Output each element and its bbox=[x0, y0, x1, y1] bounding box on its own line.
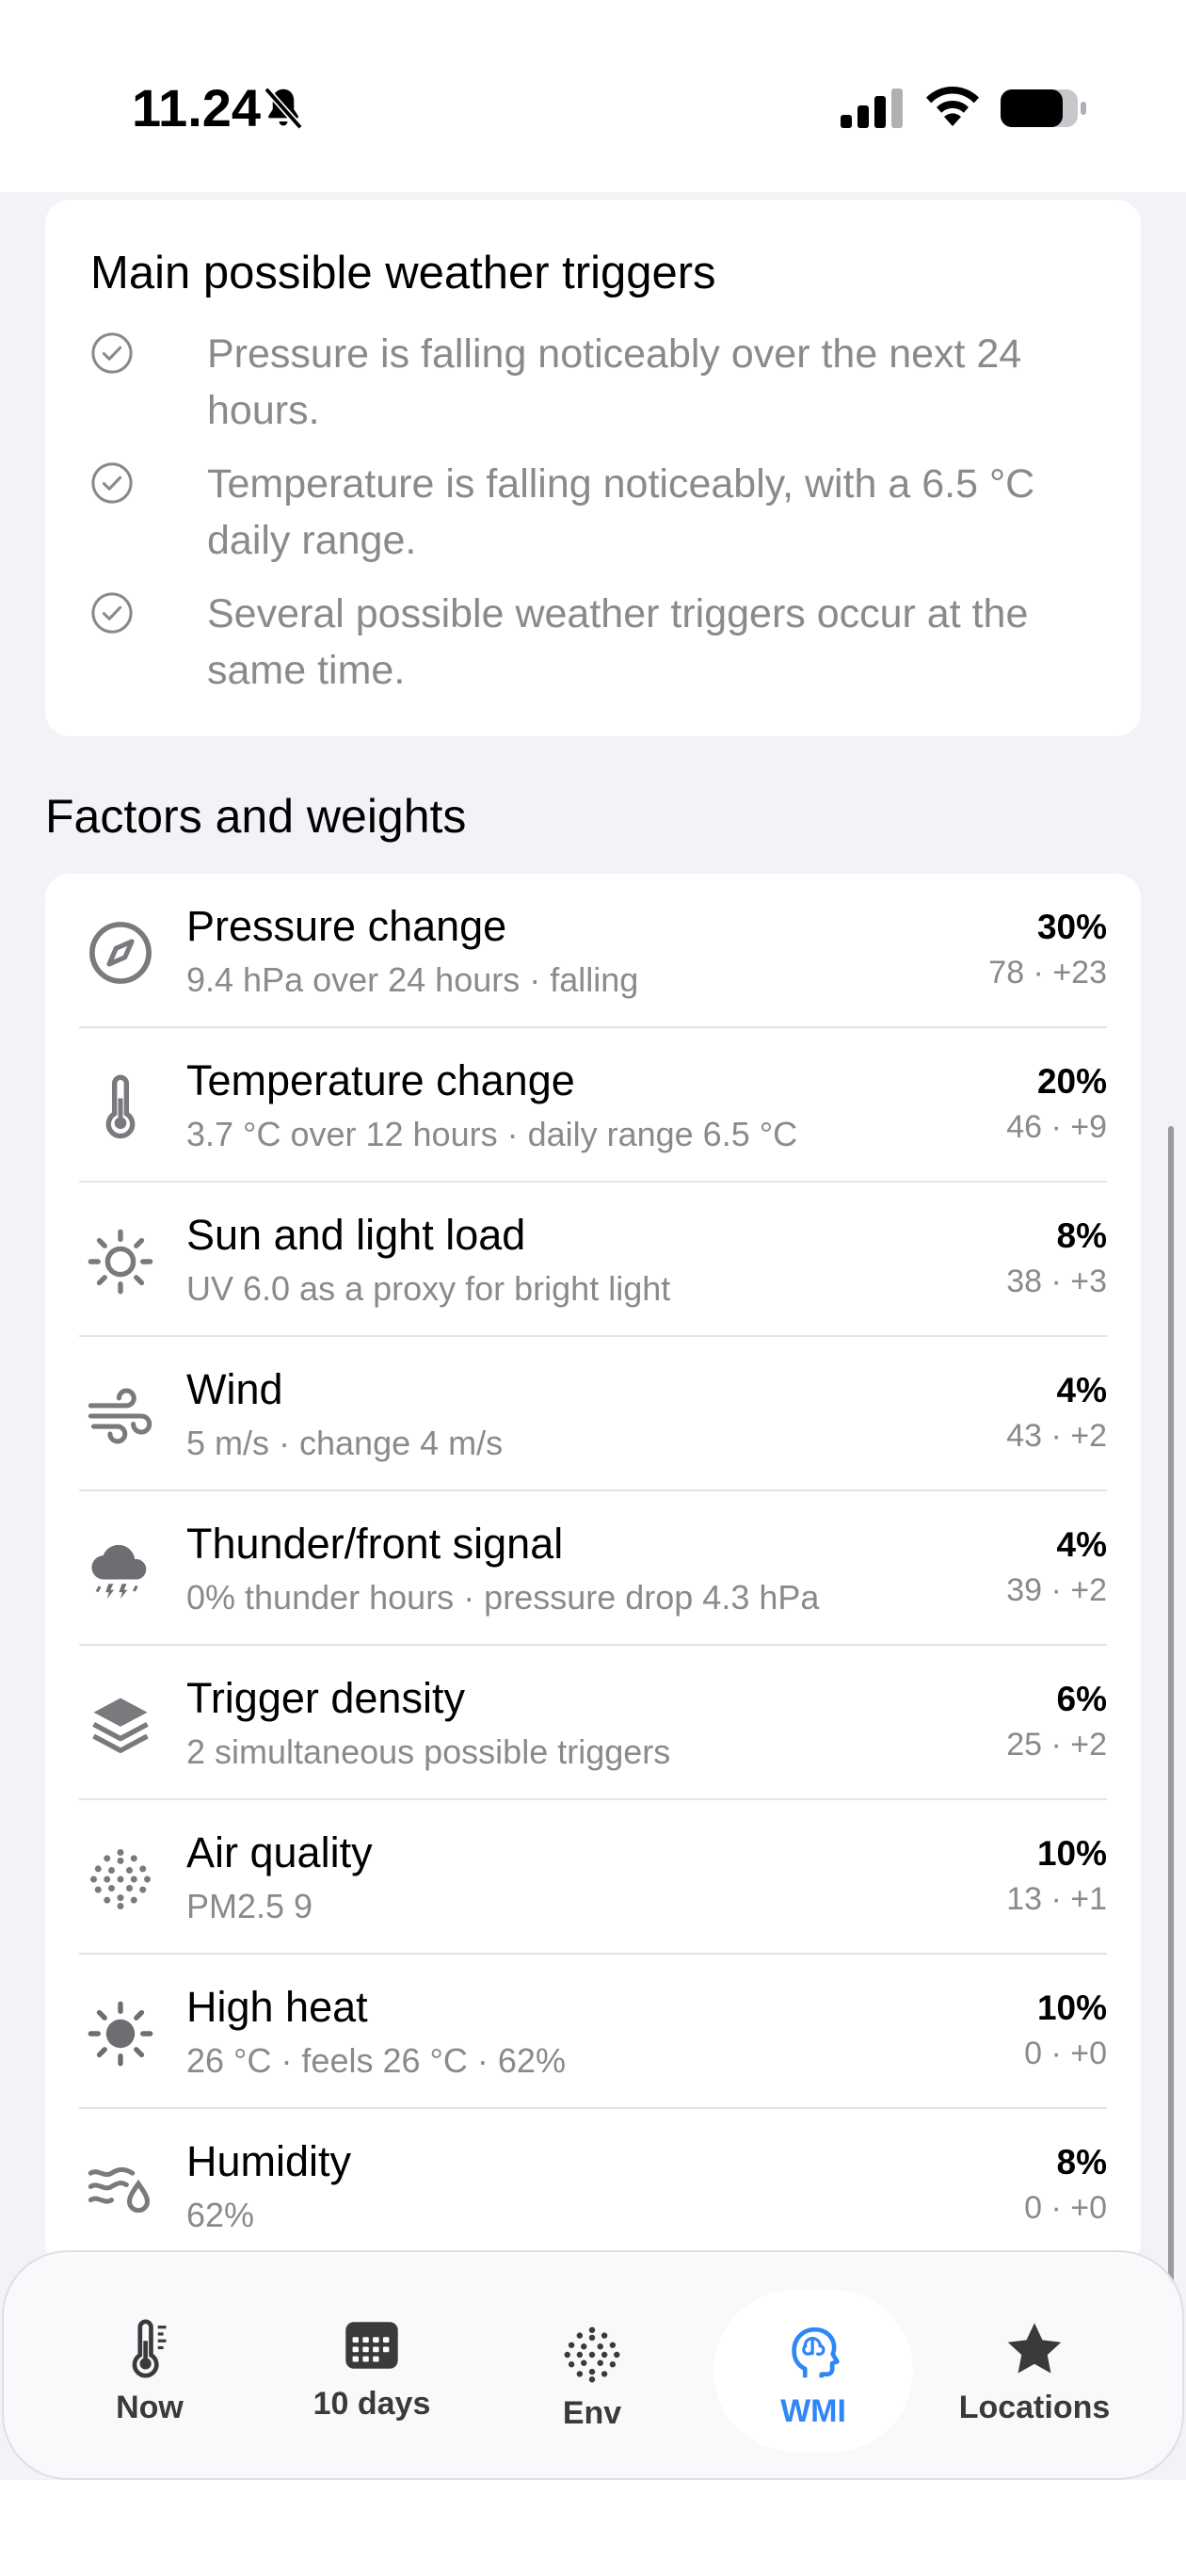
factor-name: Thunder/front signal bbox=[186, 1520, 564, 1568]
triggers-title: Main possible weather triggers bbox=[90, 248, 716, 298]
factor-weight: 10% bbox=[1036, 1988, 1107, 2027]
factor-name: Sun and light load bbox=[186, 1211, 526, 1259]
factor-weight: 8% bbox=[1056, 1216, 1107, 1255]
status-bar: 11.24 bbox=[0, 0, 1186, 192]
factor-row-wind[interactable]: Wind 5 m/s · change 4 m/s 4% 43 · +2 bbox=[45, 1337, 1141, 1491]
factor-weight: 8% bbox=[1056, 2143, 1107, 2182]
factor-score: 43 · +2 bbox=[1006, 1418, 1107, 1454]
factor-score: 13 · +1 bbox=[1006, 1881, 1107, 1917]
brain-head-icon bbox=[792, 2326, 840, 2378]
factors-section-title: Factors and weights bbox=[45, 790, 467, 843]
trigger-text: Pressure is falling noticeably over the … bbox=[207, 331, 1022, 433]
layers-icon bbox=[92, 1698, 149, 1753]
factor-weight: 30% bbox=[1036, 908, 1107, 946]
factor-detail: 62% bbox=[186, 2196, 255, 2234]
trigger-text: Temperature is falling noticeably, with … bbox=[207, 461, 1035, 563]
factor-score: 78 · +23 bbox=[988, 955, 1107, 990]
tab-wmi[interactable]: WMI bbox=[705, 2254, 922, 2484]
tab-label: Env bbox=[562, 2395, 622, 2431]
factor-row-thunder-front-signal[interactable]: Thunder/front signal 0% thunder hours · … bbox=[45, 1491, 1141, 1646]
factor-name: Trigger density bbox=[186, 1674, 465, 1722]
factor-detail: 3.7 °C over 12 hours · daily range 6.5 °… bbox=[186, 1115, 798, 1153]
factor-weight: 10% bbox=[1036, 1834, 1107, 1873]
factor-name: High heat bbox=[186, 1983, 368, 2031]
factor-row-air-quality[interactable]: Air quality PM2.5 9 10% 13 · +1 bbox=[45, 1800, 1141, 1955]
humidity-icon bbox=[88, 2166, 151, 2214]
factor-row-high-heat[interactable]: High heat 26 °C · feels 26 °C · 62% 10% … bbox=[45, 1955, 1141, 2109]
factor-name: Temperature change bbox=[186, 1056, 575, 1104]
dots-icon bbox=[564, 2326, 620, 2383]
factor-score: 46 · +9 bbox=[1006, 1109, 1107, 1145]
tab-label: Now bbox=[116, 2390, 184, 2425]
factor-weight: 4% bbox=[1056, 1371, 1107, 1409]
tab-now[interactable]: Now bbox=[41, 2250, 258, 2480]
checkmark-circle-icon bbox=[91, 462, 133, 504]
bell-slash-icon bbox=[264, 87, 303, 130]
factor-name: Air quality bbox=[186, 1828, 373, 1876]
wind-icon bbox=[88, 1388, 152, 1444]
cellular-signal-icon bbox=[841, 89, 903, 128]
checkmark-circle-icon bbox=[91, 592, 133, 634]
thunderstorm-icon bbox=[91, 1544, 147, 1600]
weather-triggers-card: Main possible weather triggers Pressure … bbox=[45, 200, 1141, 736]
compass-icon bbox=[89, 922, 152, 984]
tab-env[interactable]: Env bbox=[484, 2256, 700, 2486]
scrollbar[interactable] bbox=[1168, 1126, 1174, 2284]
factor-weight: 4% bbox=[1056, 1525, 1107, 1564]
sun-filled-icon bbox=[88, 2001, 153, 2067]
thermometer-icon bbox=[132, 2319, 167, 2378]
tab-label: WMI bbox=[780, 2393, 846, 2429]
tab-10-days[interactable]: 10 days bbox=[264, 2246, 480, 2476]
factor-detail: 9.4 hPa over 24 hours · falling bbox=[186, 960, 639, 999]
factor-score: 25 · +2 bbox=[1006, 1727, 1107, 1763]
status-time: 11.24 bbox=[132, 78, 262, 137]
star-icon bbox=[1007, 2323, 1062, 2374]
thermometer-icon bbox=[105, 1074, 136, 1139]
factor-row-sun-and-light-load[interactable]: Sun and light load UV 6.0 as a proxy for… bbox=[45, 1183, 1141, 1337]
factor-detail: 26 °C · feels 26 °C · 62% bbox=[186, 2041, 566, 2080]
tab-label: Locations bbox=[958, 2390, 1111, 2425]
calendar-icon bbox=[345, 2322, 398, 2369]
factor-name: Humidity bbox=[186, 2137, 352, 2185]
home-indicator-area bbox=[0, 2480, 1186, 2576]
factor-detail: 2 simultaneous possible triggers bbox=[186, 1732, 671, 1771]
factor-detail: 0% thunder hours · pressure drop 4.3 hPa bbox=[186, 1578, 820, 1617]
sun-icon bbox=[88, 1229, 153, 1295]
factor-row-trigger-density[interactable]: Trigger density 2 simultaneous possible … bbox=[45, 1646, 1141, 1800]
tab-label: 10 days bbox=[313, 2386, 431, 2422]
factor-detail: 5 m/s · change 4 m/s bbox=[186, 1424, 504, 1462]
factors-card: Pressure change 9.4 hPa over 24 hours · … bbox=[45, 874, 1141, 2267]
dots-icon bbox=[90, 1849, 151, 1909]
factor-detail: UV 6.0 as a proxy for bright light bbox=[186, 1269, 671, 1308]
factor-name: Wind bbox=[186, 1365, 283, 1413]
battery-icon bbox=[1001, 89, 1086, 127]
factor-weight: 20% bbox=[1036, 1062, 1107, 1101]
factor-detail: PM2.5 9 bbox=[186, 1887, 313, 1925]
checkmark-circle-icon bbox=[91, 332, 133, 374]
factor-score: 0 · +0 bbox=[1024, 2190, 1107, 2226]
factor-score: 39 · +2 bbox=[1006, 1572, 1107, 1608]
factor-score: 0 · +0 bbox=[1024, 2036, 1107, 2071]
factor-name: Pressure change bbox=[186, 902, 507, 950]
wifi-icon bbox=[926, 86, 979, 126]
factor-row-humidity[interactable]: Humidity 62% 8% 0 · +0 bbox=[45, 2109, 1141, 2263]
tab-locations[interactable]: Locations bbox=[926, 2250, 1143, 2480]
factor-score: 38 · +3 bbox=[1006, 1264, 1107, 1299]
trigger-text: Several possible weather triggers occur … bbox=[207, 591, 1029, 693]
factor-row-pressure-change[interactable]: Pressure change 9.4 hPa over 24 hours · … bbox=[45, 874, 1141, 1028]
factor-row-temperature-change[interactable]: Temperature change 3.7 °C over 12 hours … bbox=[45, 1028, 1141, 1183]
factor-weight: 6% bbox=[1056, 1680, 1107, 1718]
